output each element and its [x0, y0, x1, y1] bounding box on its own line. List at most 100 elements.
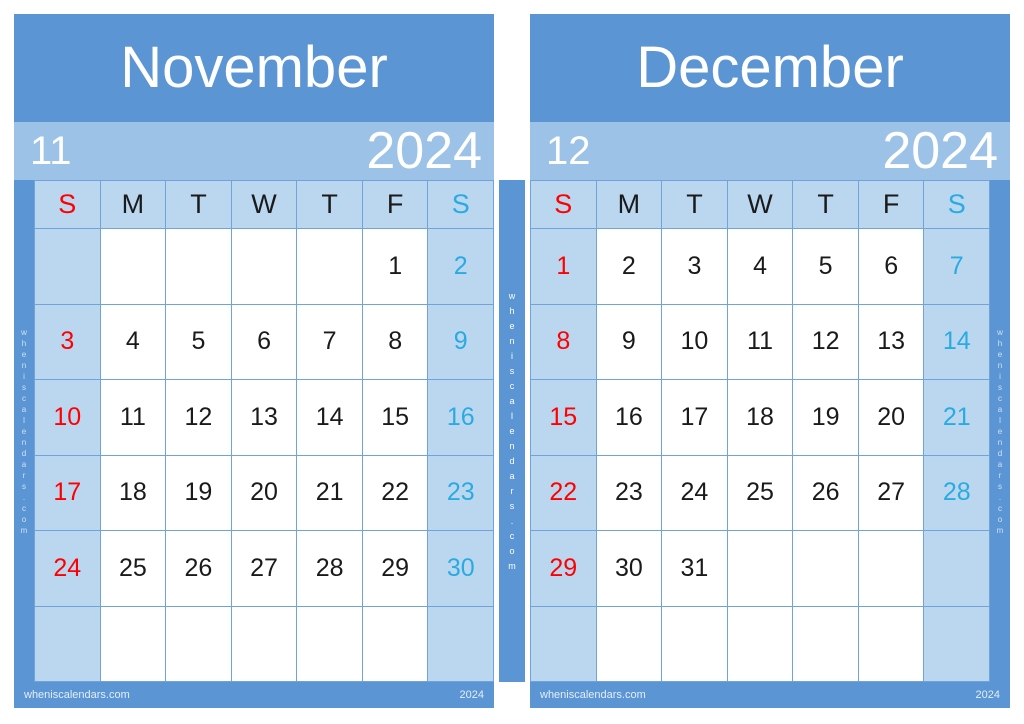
date-cell[interactable]: 19: [166, 455, 232, 531]
date-cell[interactable]: 14: [924, 304, 991, 380]
date-cell[interactable]: 17: [662, 380, 728, 456]
watermark-letter: e: [997, 349, 1003, 359]
date-cell-empty: [231, 606, 298, 682]
date-cell[interactable]: 12: [793, 304, 859, 380]
watermark-letter: c: [21, 393, 26, 403]
date-cell-empty: [428, 606, 494, 682]
date-cell[interactable]: 5: [793, 229, 859, 305]
date-cell[interactable]: 30: [428, 531, 494, 607]
date-cell[interactable]: 15: [531, 380, 597, 456]
date-cell[interactable]: 14: [297, 380, 363, 456]
month-title-band-december: December: [530, 14, 1010, 122]
date-cell[interactable]: 20: [858, 380, 925, 456]
date-cell[interactable]: 15: [362, 380, 429, 456]
date-cell[interactable]: 4: [727, 229, 794, 305]
date-cell[interactable]: 10: [662, 304, 728, 380]
date-cell-empty: [100, 229, 167, 305]
watermark-letter: l: [511, 410, 513, 421]
date-cell[interactable]: 20: [231, 455, 298, 531]
month-title-band-november: November: [14, 14, 494, 122]
date-cell-empty: [793, 606, 859, 682]
date-cell[interactable]: 7: [297, 304, 363, 380]
date-cell[interactable]: 6: [858, 229, 925, 305]
watermark-letter: a: [509, 395, 515, 406]
date-cell[interactable]: 11: [727, 304, 794, 380]
week-row: 1234567: [531, 229, 991, 305]
date-cell[interactable]: 27: [231, 531, 298, 607]
date-cell[interactable]: 23: [596, 455, 663, 531]
date-cell[interactable]: 18: [727, 380, 794, 456]
date-cell[interactable]: 16: [428, 380, 494, 456]
watermark-letter: .: [998, 492, 1002, 502]
watermark-letter: s: [509, 500, 515, 511]
footer-year-december: 2024: [975, 689, 1000, 701]
date-cell[interactable]: 3: [662, 229, 728, 305]
date-cell[interactable]: 27: [858, 455, 925, 531]
date-cell[interactable]: 28: [924, 455, 991, 531]
watermark-letter: s: [21, 382, 26, 392]
watermark-letter: n: [21, 437, 27, 447]
watermark-letter: h: [509, 305, 515, 316]
watermark-letter: d: [997, 448, 1003, 458]
date-cell[interactable]: 21: [297, 455, 363, 531]
watermark-letter: e: [509, 320, 515, 331]
date-cell[interactable]: 13: [858, 304, 925, 380]
date-cell[interactable]: 9: [596, 304, 663, 380]
date-cell[interactable]: 19: [793, 380, 859, 456]
date-cell[interactable]: 13: [231, 380, 298, 456]
date-cell[interactable]: 29: [362, 531, 429, 607]
date-cell[interactable]: 2: [596, 229, 663, 305]
watermark-letter: c: [509, 380, 515, 391]
date-cell[interactable]: 8: [362, 304, 429, 380]
date-cell[interactable]: 18: [100, 455, 167, 531]
date-cell[interactable]: 31: [662, 531, 728, 607]
date-cell[interactable]: 28: [297, 531, 363, 607]
week-row: 12: [35, 229, 494, 305]
watermark-letter: l: [23, 415, 25, 425]
date-cell[interactable]: 25: [100, 531, 167, 607]
date-cell-empty: [231, 229, 298, 305]
date-cell[interactable]: 24: [35, 531, 101, 607]
date-cell[interactable]: 1: [362, 229, 429, 305]
watermark-letter: i: [23, 371, 25, 381]
date-cell[interactable]: 1: [531, 229, 597, 305]
month-number-november: 11: [30, 129, 72, 173]
week-row: 22 23 24 25 26 27 28: [531, 455, 991, 531]
watermark-letter: .: [510, 515, 514, 526]
date-cell[interactable]: 24: [662, 455, 728, 531]
date-cell[interactable]: 8: [531, 304, 597, 380]
date-cell[interactable]: 29: [531, 531, 597, 607]
date-cell[interactable]: 22: [362, 455, 429, 531]
date-cell[interactable]: 6: [231, 304, 298, 380]
date-cell[interactable]: 5: [166, 304, 232, 380]
date-cell[interactable]: 17: [35, 455, 101, 531]
date-cell[interactable]: 30: [596, 531, 663, 607]
watermark-letter: a: [997, 459, 1003, 469]
date-cell[interactable]: 9: [428, 304, 494, 380]
date-cell[interactable]: 11: [100, 380, 167, 456]
date-cell[interactable]: 3: [35, 304, 101, 380]
date-cell[interactable]: 26: [166, 531, 232, 607]
date-cell[interactable]: 21: [924, 380, 991, 456]
date-cell[interactable]: 23: [428, 455, 494, 531]
weekday-header-cell: T: [662, 181, 728, 229]
week-row: 3456789: [35, 304, 494, 380]
footer-site-december: wheniscalendars.com: [540, 689, 646, 701]
week-row: [35, 606, 494, 682]
date-cell[interactable]: 4: [100, 304, 167, 380]
watermark-letter: c: [509, 530, 515, 541]
month-title-december: December: [636, 35, 904, 100]
calendar-table-november: SMTWTFS 12 3456789 10 11 12 13 14 15 16 17 18 19…: [34, 180, 494, 682]
date-cell[interactable]: 10: [35, 380, 101, 456]
weekday-header-cell: S: [428, 181, 494, 229]
date-cell[interactable]: 26: [793, 455, 859, 531]
month-title-november: November: [120, 35, 388, 100]
date-cell[interactable]: 25: [727, 455, 794, 531]
date-cell[interactable]: 7: [924, 229, 991, 305]
date-cell[interactable]: 22: [531, 455, 597, 531]
date-cell-empty: [858, 531, 925, 607]
watermark-letter: e: [509, 425, 515, 436]
date-cell[interactable]: 12: [166, 380, 232, 456]
date-cell[interactable]: 16: [596, 380, 663, 456]
date-cell[interactable]: 2: [428, 229, 494, 305]
